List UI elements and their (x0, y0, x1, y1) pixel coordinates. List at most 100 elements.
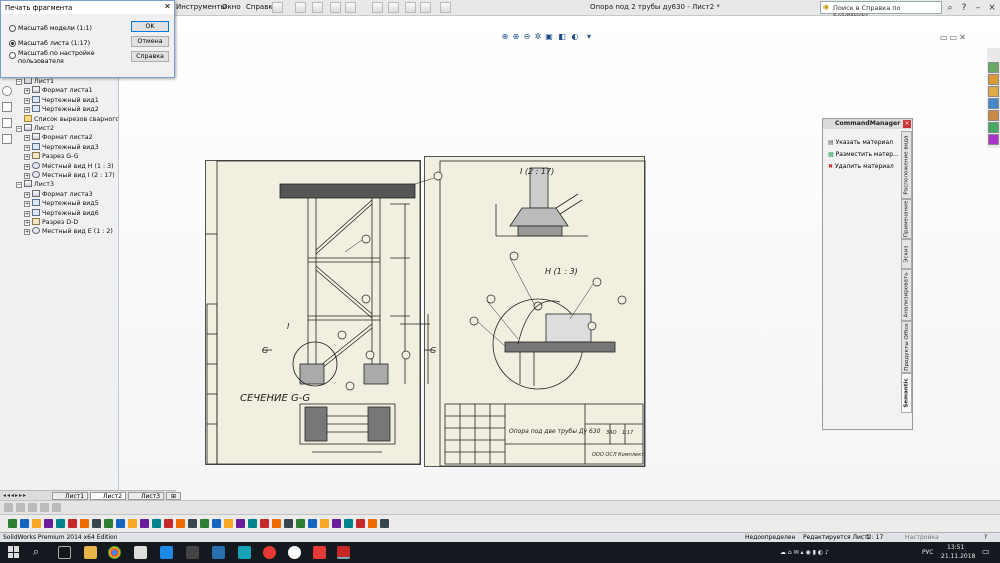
tab-office-products[interactable]: Продукты Office (901, 321, 912, 373)
tree-item[interactable]: + Формат листа2 (24, 133, 93, 142)
notifications-icon[interactable]: ▭ (982, 547, 990, 556)
view-settings-icon[interactable]: ▾ (584, 32, 594, 42)
select-icon[interactable] (388, 2, 399, 13)
rotate-icon[interactable]: ✲ (533, 32, 543, 42)
sheet-scale-radio[interactable] (9, 40, 16, 47)
tree-item[interactable]: Список вырезов сварного изд (24, 114, 118, 124)
custom-properties-icon[interactable] (988, 122, 999, 133)
cancel-button[interactable]: Отмена (131, 36, 169, 47)
tab-analyze[interactable]: Анализировать (901, 269, 912, 321)
annotation-tool-icon[interactable] (212, 519, 221, 528)
sum-icon[interactable] (440, 2, 451, 13)
line-thickness-icon[interactable] (28, 503, 37, 512)
delete-material-item[interactable]: ✖ Удалить материал (828, 163, 894, 171)
tree-expander-icon[interactable]: − (16, 79, 22, 85)
task-view-icon[interactable] (58, 546, 71, 559)
tree-expander-icon[interactable]: + (24, 220, 30, 226)
custom-scale-radio[interactable] (9, 52, 16, 59)
line-style-icon[interactable] (40, 503, 49, 512)
annotation-tool-icon[interactable] (176, 519, 185, 528)
zoom-prev-icon[interactable]: ⊖ (522, 32, 532, 42)
tray-language[interactable]: РУС (922, 549, 933, 556)
search-input[interactable]: Поиск в Справка по SolidWorks (820, 1, 942, 20)
display-style-icon[interactable]: ◧ (557, 32, 567, 42)
tree-expander-icon[interactable]: + (24, 144, 30, 151)
tree-item[interactable]: + Чертежный вид6 (24, 208, 99, 218)
tree-item[interactable]: + Чертежный вид2 (24, 105, 99, 114)
tree-expander-icon[interactable]: + (24, 163, 30, 170)
line-color-icon[interactable] (16, 503, 25, 512)
annotation-tool-icon[interactable] (116, 519, 125, 528)
assign-material-item[interactable]: ▤ Указать материал (828, 139, 893, 147)
menu-tools[interactable]: Инструменты (176, 3, 226, 11)
annotation-tool-icon[interactable] (332, 519, 341, 528)
annotation-tool-icon[interactable] (68, 519, 77, 528)
tab-view-layout[interactable]: Расположение вида (901, 131, 912, 199)
tree-item[interactable]: − Лист2 (16, 124, 54, 133)
viewport-controls-icon[interactable]: ▭▭✕ (940, 33, 980, 42)
annotation-tool-icon[interactable] (92, 519, 101, 528)
tree-expander-icon[interactable]: + (24, 97, 30, 104)
yandex-browser-icon[interactable] (313, 546, 326, 559)
rebuild-icon[interactable] (405, 2, 416, 13)
annotation-tool-icon[interactable] (56, 519, 65, 528)
help-button[interactable]: Справка (131, 51, 169, 62)
tree-item[interactable]: + Формат листа1 (24, 86, 93, 95)
tree-item[interactable]: − Лист1 (16, 77, 54, 86)
print-icon[interactable] (330, 2, 341, 13)
tree-item[interactable]: + Разрез G-G (24, 152, 79, 161)
dimxpert-tab-icon[interactable] (2, 134, 12, 144)
save-icon[interactable] (312, 2, 323, 13)
annotation-tool-icon[interactable] (44, 519, 53, 528)
help-icon[interactable]: ? (958, 2, 970, 14)
tree-item[interactable]: + Местный вид E (1 : 2) (24, 227, 113, 236)
sheet-tab[interactable]: Лист3 (128, 492, 165, 500)
tree-expander-icon[interactable]: + (24, 88, 30, 95)
edge-icon[interactable] (160, 546, 173, 559)
search-taskbar-icon[interactable]: ⌕ (33, 545, 39, 559)
resources-icon[interactable] (988, 62, 999, 73)
tree-item[interactable]: + Чертежный вид5 (24, 199, 99, 208)
annotation-tool-icon[interactable] (20, 519, 29, 528)
tree-item[interactable]: + Формат листа3 (24, 189, 93, 199)
section-view-icon[interactable]: ▣ (544, 32, 554, 42)
annotation-tool-icon[interactable] (284, 519, 293, 528)
tray-time[interactable]: 13:51 (947, 544, 964, 551)
annotation-tool-icon[interactable] (356, 519, 365, 528)
annotation-tool-icon[interactable] (152, 519, 161, 528)
tree-expander-icon[interactable]: + (24, 229, 30, 236)
annotation-tool-icon[interactable] (368, 519, 377, 528)
close-window-icon[interactable]: × (986, 2, 998, 14)
tree-item[interactable]: + Чертежный вид1 (24, 95, 99, 105)
annotation-tool-icon[interactable] (80, 519, 89, 528)
place-material-item[interactable]: ▦ Разместить матер... (828, 151, 899, 159)
store-icon[interactable] (186, 546, 199, 559)
tree-expander-icon[interactable]: + (24, 191, 30, 198)
tab-sketch[interactable]: Эскиз (901, 239, 912, 269)
tree-item[interactable]: + Местный вид I (2 : 17) (24, 171, 115, 180)
view-palette-icon[interactable] (988, 98, 999, 109)
annotation-tool-icon[interactable] (188, 519, 197, 528)
property-tab-icon[interactable] (2, 102, 12, 112)
annotation-tool-icon[interactable] (260, 519, 269, 528)
sheet-tab[interactable]: Лист1 (52, 492, 89, 500)
command-manager-close-icon[interactable]: × (903, 120, 911, 128)
scene-icon[interactable]: ◐ (570, 32, 580, 42)
annotation-tool-icon[interactable] (308, 519, 317, 528)
hide-edge-icon[interactable] (52, 503, 61, 512)
tab-semantic[interactable]: Semantic (901, 373, 912, 413)
windows-start-icon[interactable] (8, 546, 20, 558)
mail-icon[interactable] (212, 546, 225, 559)
annotation-tool-icon[interactable] (164, 519, 173, 528)
tree-expander-icon[interactable]: + (24, 107, 30, 114)
annotation-tool-icon[interactable] (296, 519, 305, 528)
annotation-tool-icon[interactable] (8, 519, 17, 528)
tray-icons[interactable]: ☁ ⌂ ✉ ▴ ◉ ▮ ◐ ♪ (780, 549, 829, 556)
search-icon[interactable]: ⌕ (944, 2, 956, 14)
calculator-icon[interactable] (134, 546, 147, 559)
layer-icon[interactable] (4, 503, 13, 512)
undo-icon[interactable] (345, 2, 356, 13)
annotation-tool-icon[interactable] (104, 519, 113, 528)
appearances-icon[interactable] (988, 110, 999, 121)
ok-button[interactable]: OK (131, 21, 169, 32)
